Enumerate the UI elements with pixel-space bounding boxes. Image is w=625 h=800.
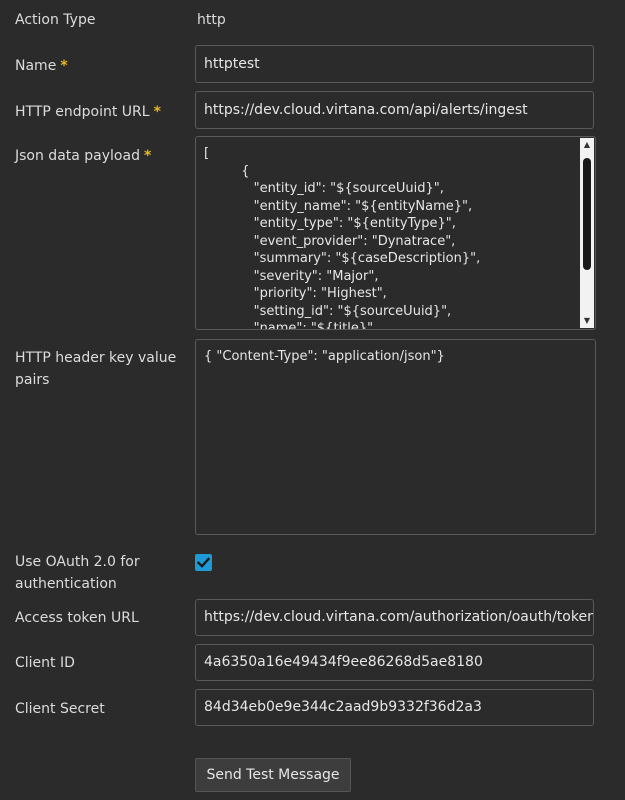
oauth-label: Use OAuth 2.0 for authentication: [15, 554, 140, 592]
payload-label-text: Json data payload: [15, 148, 140, 164]
oauth-checkbox[interactable]: [195, 554, 212, 571]
endpoint-url-input[interactable]: https://dev.cloud.virtana.com/api/alerts…: [195, 91, 594, 129]
required-asterisk: *: [143, 148, 152, 164]
access-token-label: Access token URL: [15, 610, 139, 626]
client-id-input[interactable]: 4a6350a16e49434f9ee86268d5ae8180: [195, 644, 594, 681]
scrollbar-thumb[interactable]: [583, 158, 591, 270]
endpoint-label: HTTP endpoint URL *: [15, 101, 161, 123]
required-asterisk: *: [60, 58, 68, 74]
action-type-value: http: [197, 12, 226, 28]
access-token-url-input[interactable]: https://dev.cloud.virtana.com/authorizat…: [195, 599, 594, 636]
action-type-label: Action Type: [15, 12, 96, 28]
name-label: Name *: [15, 55, 68, 77]
client-id-label: Client ID: [15, 655, 75, 671]
json-payload-textarea[interactable]: [ { "entity_id": "${sourceUuid}", "entit…: [195, 136, 596, 330]
send-test-message-button[interactable]: Send Test Message: [195, 758, 351, 792]
payload-scrollbar[interactable]: ▲ ▼: [580, 138, 594, 328]
json-payload-text[interactable]: [ { "entity_id": "${sourceUuid}", "entit…: [196, 137, 595, 329]
name-label-text: Name: [15, 58, 57, 74]
client-secret-input[interactable]: 84d34eb0e9e344c2aad9b9332f36d2a3: [195, 689, 594, 726]
header-pairs-textarea[interactable]: { "Content-Type": "application/json"}: [195, 339, 596, 535]
checkmark-icon: [196, 557, 211, 568]
scroll-up-arrow-icon[interactable]: ▲: [580, 138, 594, 152]
headers-label: HTTP header key value pairs: [15, 350, 177, 388]
scroll-down-arrow-icon[interactable]: ▼: [580, 314, 594, 328]
header-pairs-text[interactable]: { "Content-Type": "application/json"}: [196, 340, 595, 374]
payload-label: Json data payload *: [15, 145, 151, 167]
endpoint-label-text: HTTP endpoint URL: [15, 104, 150, 120]
client-secret-label: Client Secret: [15, 701, 105, 717]
required-asterisk: *: [153, 104, 161, 120]
name-input[interactable]: httptest: [195, 45, 594, 83]
